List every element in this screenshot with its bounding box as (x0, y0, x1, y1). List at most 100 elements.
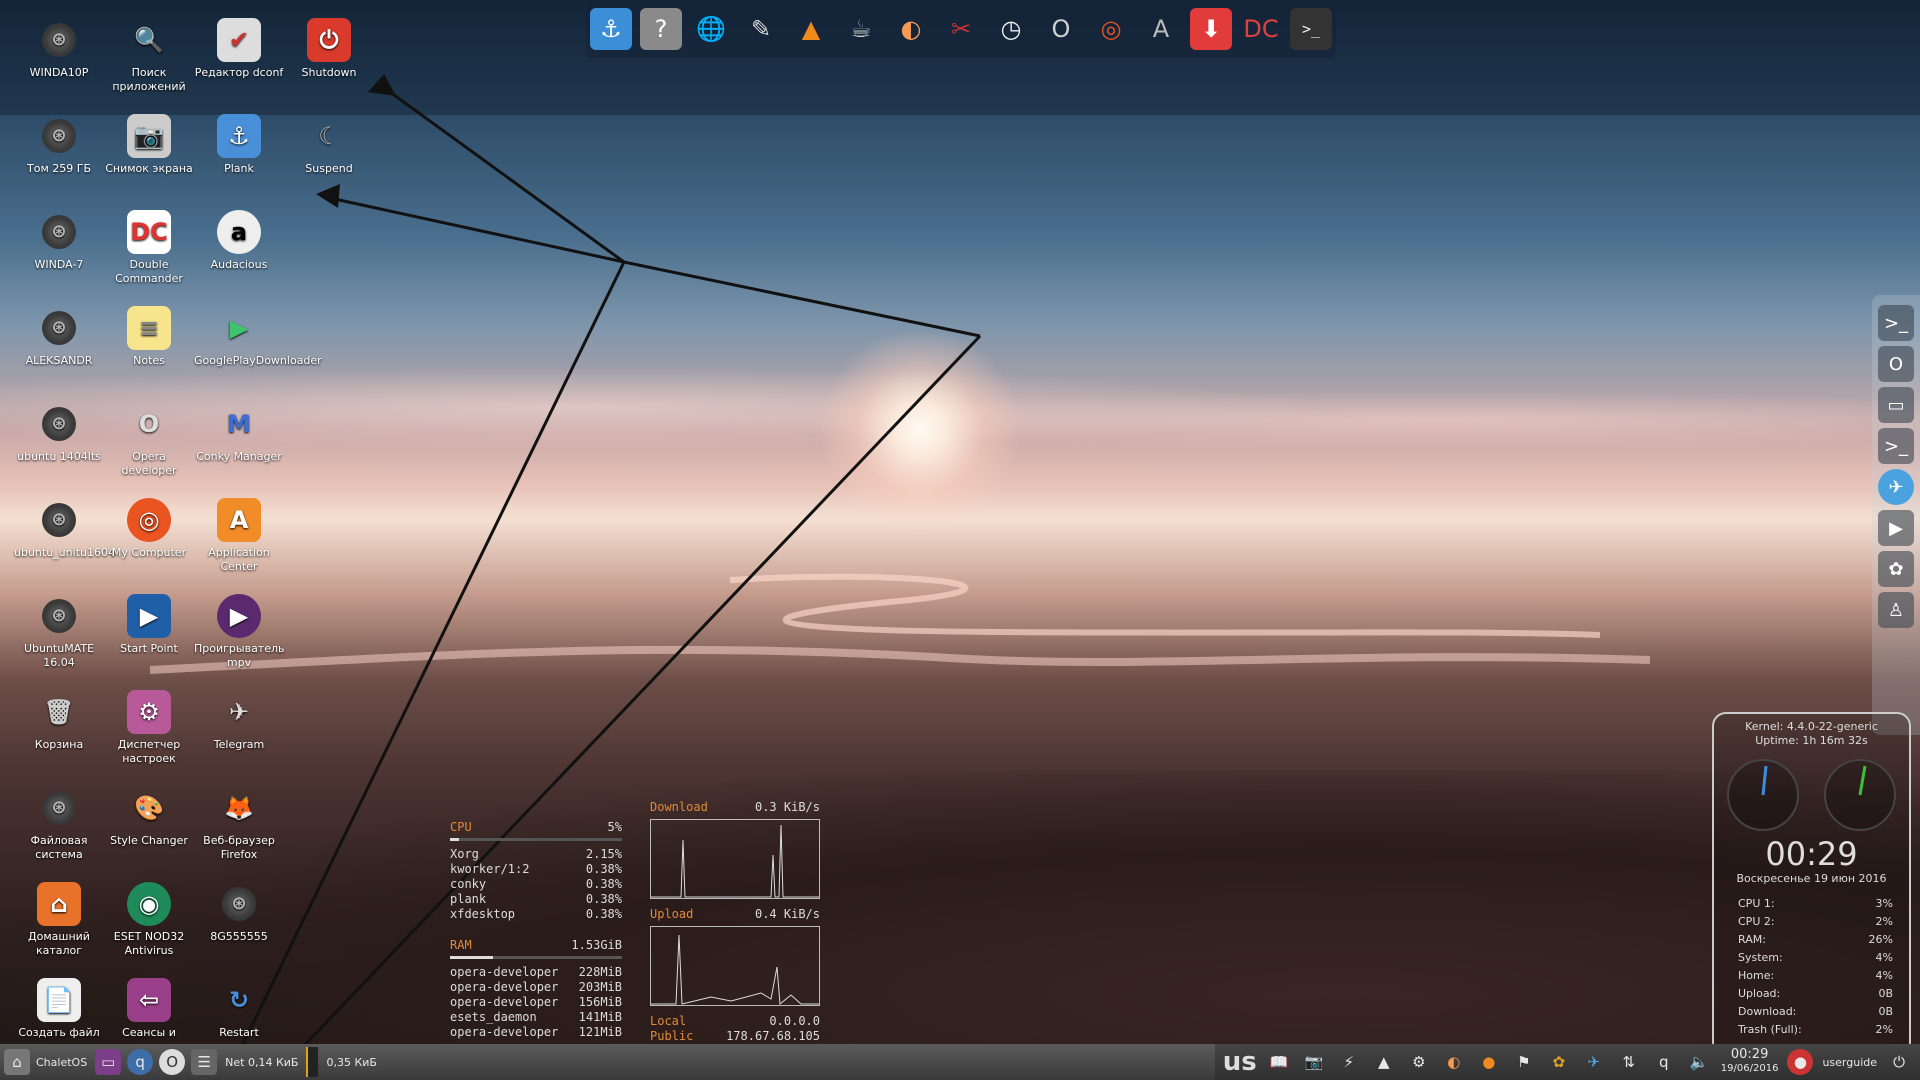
qbittorrent-tray-icon[interactable]: q (1651, 1049, 1677, 1075)
dock-download-icon[interactable]: ⬇ (1190, 8, 1232, 50)
side-dock-user-icon[interactable]: ♙ (1878, 592, 1914, 628)
desktop-icon-создать-файл[interactable]: 📄 Создать файл (14, 978, 104, 1040)
dock-text-editor-icon[interactable]: ✎ (740, 8, 782, 50)
desktop-icon-домашний-каталог[interactable]: ⌂ Домашний каталог (14, 882, 104, 958)
desktop-icon-том-259-гб[interactable]: ⊛ Том 259 ГБ (14, 114, 104, 176)
dock-slice-icon[interactable]: ◐ (890, 8, 932, 50)
desktop-icon-проигрыватель-mpv[interactable]: ▶ Проигрыватель mpv (194, 594, 285, 670)
conky-row-name: esets_daemon (450, 1010, 537, 1024)
dock-ubuntu-icon[interactable]: ◎ (1090, 8, 1132, 50)
qbittorrent-icon[interactable]: q (127, 1049, 154, 1075)
dock-clock-icon[interactable]: ◷ (990, 8, 1032, 50)
desktop-icon-suspend[interactable]: ☾ Suspend (284, 114, 374, 176)
desktop-icon-сеансы-и[interactable]: ⇦ Сеансы и (104, 978, 194, 1040)
desktop-icon-opera-developer[interactable]: O Opera developer (104, 402, 194, 478)
dock-vlc-icon[interactable]: ▲ (790, 8, 832, 50)
conky-row: plank 0.38% (450, 892, 622, 907)
dock-globe-icon[interactable]: 🌐 (690, 8, 732, 50)
panel-clock[interactable]: 00:29 19/06/2016 (1721, 1048, 1779, 1076)
desktop-icon-label: Restart (219, 1026, 259, 1039)
desktop-icon-eset-nod32-antivirus[interactable]: ◉ ESET NOD32 Antivirus (104, 882, 194, 958)
sys-stat-label: Trash (Full): (1738, 1023, 1802, 1036)
desktop-icon-application-center[interactable]: A Application Center (194, 498, 284, 574)
desktop-icon-label: Редактор dconf (194, 66, 284, 79)
battery-icon[interactable]: ▲ (1371, 1049, 1397, 1075)
network-icon[interactable]: ⇅ (1616, 1049, 1642, 1075)
desktop-icon-restart[interactable]: ↻ Restart (194, 978, 284, 1040)
side-dock-folder-icon[interactable]: ▭ (1878, 387, 1914, 423)
desktop-icon-winda10p[interactable]: ⊛ WINDA10P (14, 18, 104, 80)
conky-row-value: 0.38% (585, 862, 622, 876)
user-name[interactable]: userguide (1822, 1056, 1877, 1069)
desktop-icon-веб-браузер-firefox[interactable]: 🦊 Веб-браузер Firefox (194, 786, 284, 862)
avatar[interactable]: ● (1787, 1049, 1814, 1075)
dock-software-updater-icon[interactable]: A (1140, 8, 1182, 50)
opera-icon[interactable]: O (159, 1049, 186, 1075)
desktop-icon-start-point[interactable]: ▶ Start Point (104, 594, 194, 656)
side-dock-terminal-2-icon[interactable]: >_ (1878, 428, 1914, 464)
desktop-icon-aleksandr[interactable]: ⊛ ALEKSANDR (14, 306, 104, 368)
desktop-icon-telegram[interactable]: ✈ Telegram (194, 690, 284, 752)
desktop-icon-label: Сеансы и (122, 1026, 176, 1039)
side-dock-pidgin-icon[interactable]: ✿ (1878, 551, 1914, 587)
keyboard-layout[interactable]: us (1223, 1047, 1257, 1077)
pidgin-tray-icon[interactable]: ✿ (1546, 1049, 1572, 1075)
desktop-icon-ubuntu-1404lts[interactable]: ⊛ ubuntu 1404lts (14, 402, 104, 464)
sessions-icon: ⇦ (127, 978, 171, 1022)
firefox-tray-icon[interactable]: ● (1476, 1049, 1502, 1075)
ram-label: RAM (450, 938, 472, 952)
tray-settings-icon[interactable]: ☰ (191, 1049, 218, 1075)
power-icon[interactable]: ⏻ (1886, 1049, 1912, 1075)
dock-plank-icon[interactable]: ⚓ (590, 8, 632, 50)
app-menu-button[interactable]: ⌂ ChaletOS (0, 1044, 91, 1080)
desktop-icon-label: Style Changer (110, 834, 188, 847)
desktop-icon-поиск-приложений[interactable]: 🔍 Поиск приложений (104, 18, 194, 94)
settings-icon[interactable]: ⚙ (1406, 1049, 1432, 1075)
desktop-icon-plank[interactable]: ⚓ Plank (194, 114, 284, 176)
start-point-icon: ▶ (127, 594, 171, 638)
side-dock-terminal-icon[interactable]: >_ (1878, 305, 1914, 341)
book-icon[interactable]: 📖 (1266, 1049, 1292, 1075)
system-info-widget: Kernel: 4.4.0-22-generic Uptime: 1h 16m … (1712, 712, 1911, 1056)
conky-row-value: 0.38% (585, 877, 622, 891)
desktop-icon-my-computer[interactable]: ◎ My Computer (104, 498, 194, 560)
desktop-icon-ubuntu-unitu1604[interactable]: ⊛ ubuntu_unitu1604 (14, 498, 115, 560)
slice-icon[interactable]: ◐ (1441, 1049, 1467, 1075)
side-dock-google-play-icon[interactable]: ▶ (1878, 510, 1914, 546)
ubuntu-icon: ◎ (127, 498, 171, 542)
desktop-icon-conky-manager[interactable]: M Conky Manager (194, 402, 284, 464)
desktop-icon-winda-7[interactable]: ⊛ WINDA-7 (14, 210, 104, 272)
flag-icon[interactable]: ⚑ (1511, 1049, 1537, 1075)
dock-coffee-icon[interactable]: ☕ (840, 8, 882, 50)
desktop-icon-корзина[interactable]: 🗑 Корзина (14, 690, 104, 752)
desktop-icon-googleplaydownloader[interactable]: ▶ GooglePlayDownloader (194, 306, 322, 368)
telegram-tray-icon[interactable]: ✈ (1581, 1049, 1607, 1075)
dconf-icon: ✔ (217, 18, 261, 62)
side-dock-opera-icon[interactable]: O (1878, 346, 1914, 382)
desktop-icon-style-changer[interactable]: 🎨 Style Changer (104, 786, 194, 848)
desktop-icon-8g555555[interactable]: ⊛ 8G555555 (194, 882, 284, 944)
disk-icon: ⊛ (42, 599, 76, 633)
conky-icon: M (227, 410, 251, 438)
desktop-icon-редактор-dconf[interactable]: ✔ Редактор dconf (194, 18, 284, 80)
dock-scissors-icon[interactable]: ✂ (940, 8, 982, 50)
desktop-icon-снимок-экрана[interactable]: 📷 Снимок экрана (104, 114, 194, 176)
desktop-icon-файловая-система[interactable]: ⊛ Файловая система (14, 786, 104, 862)
search-icon: 🔍 (134, 26, 164, 54)
camera-icon[interactable]: 📷 (1301, 1049, 1327, 1075)
dock-opera-icon[interactable]: O (1040, 8, 1082, 50)
desktop-icon-audacious[interactable]: a Audacious (194, 210, 284, 272)
desktop-icon-ubuntumate-16-04[interactable]: ⊛ UbuntuMATE 16.04 (14, 594, 104, 670)
side-dock-telegram-icon[interactable]: ✈ (1878, 469, 1914, 505)
dock-terminal-icon[interactable]: >_ (1290, 8, 1332, 50)
desktop-icon-shutdown[interactable]: ⏻ Shutdown (284, 18, 374, 80)
telegram-icon: ✈ (228, 698, 250, 726)
volume-icon[interactable]: 🔈 (1686, 1049, 1712, 1075)
power-manager-icon[interactable]: ⚡ (1336, 1049, 1362, 1075)
taskbar-app-icon[interactable]: ▭ (95, 1049, 122, 1075)
dock-double-commander-icon[interactable]: DC (1240, 8, 1282, 50)
desktop-icon-диспетчер-настроек[interactable]: ⚙ Диспетчер настроек (104, 690, 194, 766)
desktop-icon-notes[interactable]: ≡ Notes (104, 306, 194, 368)
desktop-icon-double-commander[interactable]: DC Double Commander (104, 210, 194, 286)
dock-help-icon[interactable]: ? (640, 8, 682, 50)
